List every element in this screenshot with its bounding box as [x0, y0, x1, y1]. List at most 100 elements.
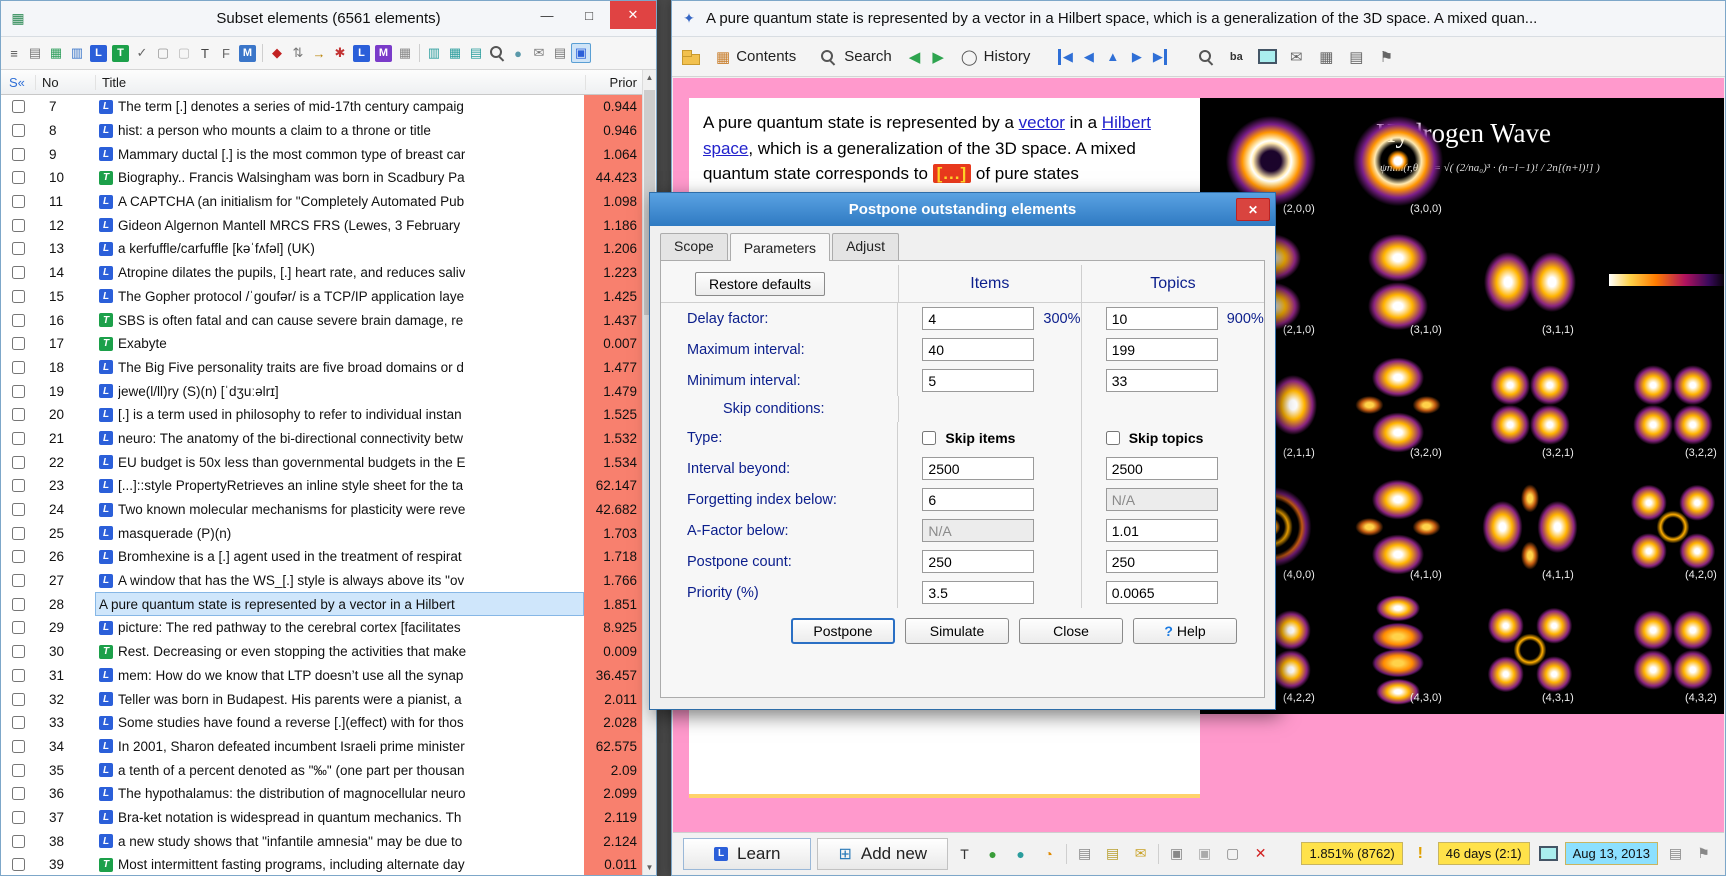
- column-header-title[interactable]: Title: [95, 75, 585, 90]
- items-input[interactable]: [922, 581, 1034, 604]
- topics-input[interactable]: [1106, 519, 1218, 542]
- row-checkbox[interactable]: [12, 148, 25, 161]
- first-element-icon[interactable]: ◀: [1058, 49, 1074, 65]
- layout-icon[interactable]: ▤: [25, 43, 45, 63]
- back-icon[interactable]: ◀: [906, 48, 924, 66]
- title-cell[interactable]: LThe Big Five personality traits are fiv…: [95, 356, 584, 380]
- print-icon[interactable]: ▤: [1345, 46, 1367, 68]
- list-item[interactable]: 39TMost intermittent fasting programs, i…: [1, 853, 642, 875]
- row-checkbox[interactable]: [12, 598, 25, 611]
- row-checkbox[interactable]: [12, 337, 25, 350]
- display-icon[interactable]: [1537, 843, 1558, 864]
- duplicate-icon[interactable]: ▣: [1194, 843, 1215, 864]
- display-icon[interactable]: [1255, 46, 1277, 68]
- list-item[interactable]: 24LTwo known molecular mechanisms for pl…: [1, 498, 642, 522]
- topics-input[interactable]: [1106, 550, 1218, 573]
- minimize-button[interactable]: —: [526, 1, 568, 29]
- title-cell[interactable]: L[.] is a term used in philosophy to ref…: [95, 403, 584, 427]
- columns-icon[interactable]: ▥: [67, 43, 87, 63]
- grid-icon[interactable]: ▦: [395, 43, 415, 63]
- concept-group-icon[interactable]: M: [375, 45, 392, 62]
- list-item[interactable]: 17TExabyte0.007: [1, 332, 642, 356]
- list-item[interactable]: 15LThe Gopher protocol /ˈgoufər/ is a TC…: [1, 285, 642, 309]
- title-cell[interactable]: LThe hypothalamus: the distribution of m…: [95, 782, 584, 806]
- list-item[interactable]: 28A pure quantum state is represented by…: [1, 592, 642, 616]
- history-button[interactable]: ◯ History: [953, 43, 1038, 71]
- notes-icon[interactable]: ▤: [1102, 843, 1123, 864]
- title-cell[interactable]: La new study shows that "infantile amnes…: [95, 829, 584, 853]
- list-item[interactable]: 20L[.] is a term used in philosophy to r…: [1, 403, 642, 427]
- title-cell[interactable]: LA CAPTCHA (an initialism for "Completel…: [95, 190, 584, 214]
- list-item[interactable]: 34LIn 2001, Sharon defeated incumbent Is…: [1, 735, 642, 759]
- last-element-icon[interactable]: ▶: [1151, 49, 1167, 65]
- items-input[interactable]: [922, 307, 1034, 330]
- list-item[interactable]: 9LMammary ductal [.] is the most common …: [1, 142, 642, 166]
- row-checkbox[interactable]: [12, 432, 25, 445]
- row-checkbox[interactable]: [12, 171, 25, 184]
- menu-icon[interactable]: ≡: [4, 43, 24, 63]
- view-list-icon[interactable]: ▤: [466, 43, 486, 63]
- title-cell[interactable]: TBiography.. Francis Walsingham was born…: [95, 166, 584, 190]
- title-cell[interactable]: L[...]::style PropertyRetrieves an inlin…: [95, 474, 584, 498]
- list-item[interactable]: 29Lpicture: The red pathway to the cereb…: [1, 616, 642, 640]
- tab-scope[interactable]: Scope: [660, 233, 728, 261]
- title-cell[interactable]: La tenth of a percent denoted as "‰" (on…: [95, 758, 584, 782]
- list-item[interactable]: 35La tenth of a percent denoted as "‰" (…: [1, 758, 642, 782]
- list-item[interactable]: 38La new study shows that "infantile amn…: [1, 829, 642, 853]
- title-cell[interactable]: TMost intermittent fasting programs, inc…: [95, 853, 584, 875]
- list-item[interactable]: 37LBra-ket notation is widespread in qua…: [1, 806, 642, 830]
- list-item[interactable]: 23L[...]::style PropertyRetrieves an inl…: [1, 474, 642, 498]
- title-cell[interactable]: LIn 2001, Sharon defeated incumbent Isra…: [95, 735, 584, 759]
- view-browser-icon[interactable]: ▥: [424, 43, 444, 63]
- concept-icon[interactable]: M: [239, 45, 256, 62]
- title-cell[interactable]: LSome studies have found a reverse [.](e…: [95, 711, 584, 735]
- title-cell[interactable]: LEU budget is 50x less than governmental…: [95, 450, 584, 474]
- title-cell[interactable]: Lhist: a person who mounts a claim to a …: [95, 119, 584, 143]
- title-cell[interactable]: LThe Gopher protocol /ˈgoufər/ is a TCP/…: [95, 285, 584, 309]
- row-checkbox[interactable]: [12, 574, 25, 587]
- browser-titlebar[interactable]: ▦ Subset elements (6561 elements) — □ ✕: [1, 1, 656, 37]
- delete-icon[interactable]: ✕: [1250, 843, 1271, 864]
- print-icon[interactable]: ▤: [1665, 843, 1686, 864]
- list-item[interactable]: 13La kerfuffle/carfuffle [kəˈfʌfəl] (UK)…: [1, 237, 642, 261]
- learn-button[interactable]: L Learn: [683, 838, 811, 870]
- row-checkbox[interactable]: [12, 266, 25, 279]
- sort-icon[interactable]: ⇅: [288, 43, 308, 63]
- title-cell[interactable]: LTwo known molecular mechanisms for plas…: [95, 498, 584, 522]
- topics-input[interactable]: [1106, 307, 1218, 330]
- contents-button[interactable]: ▦ Contents: [708, 43, 804, 71]
- priority-chip[interactable]: 1.851% (8762): [1301, 842, 1402, 865]
- items-input[interactable]: [922, 338, 1034, 361]
- row-checkbox[interactable]: [12, 219, 25, 232]
- view-grid-icon[interactable]: ▦: [445, 43, 465, 63]
- tag-icon[interactable]: ⚑: [1375, 46, 1397, 68]
- calendar-icon[interactable]: ▦: [1315, 46, 1337, 68]
- row-checkbox[interactable]: [12, 835, 25, 848]
- list-item[interactable]: 26LBromhexine is a [.] agent used in the…: [1, 545, 642, 569]
- list-item[interactable]: 16TSBS is often fatal and can cause seve…: [1, 308, 642, 332]
- dialog-close-icon[interactable]: ✕: [1236, 198, 1270, 221]
- interval-chip[interactable]: 46 days (2:1): [1438, 842, 1530, 865]
- parent-element-icon[interactable]: ▲: [1103, 49, 1122, 64]
- row-checkbox[interactable]: [12, 693, 25, 706]
- close-button[interactable]: Close: [1019, 618, 1123, 644]
- item-filter-icon[interactable]: L: [90, 45, 107, 62]
- leaf-icon[interactable]: ●: [982, 843, 1003, 864]
- title-cell[interactable]: TSBS is often fatal and can cause severe…: [95, 308, 584, 332]
- list-item[interactable]: 22LEU budget is 50x less than government…: [1, 450, 642, 474]
- row-checkbox[interactable]: [12, 361, 25, 374]
- tab-adjust[interactable]: Adjust: [832, 233, 899, 261]
- topics-skip-checkbox[interactable]: [1106, 431, 1120, 445]
- learn-drill-icon[interactable]: ◆: [267, 43, 287, 63]
- title-cell[interactable]: A pure quantum state is represented by a…: [95, 592, 584, 616]
- list-item[interactable]: 18LThe Big Five personality traits are f…: [1, 356, 642, 380]
- element-titlebar[interactable]: ✦ A pure quantum state is represented by…: [672, 1, 1725, 37]
- row-checkbox[interactable]: [12, 716, 25, 729]
- export-icon[interactable]: →: [309, 43, 329, 63]
- web-icon[interactable]: ●: [508, 43, 528, 63]
- window-icon[interactable]: ▢: [1222, 843, 1243, 864]
- list-item[interactable]: 11LA CAPTCHA (an initialism for "Complet…: [1, 190, 642, 214]
- list-item[interactable]: 7LThe term [.] denotes a series of mid-1…: [1, 95, 642, 119]
- maximize-button[interactable]: □: [568, 1, 610, 29]
- uncheck-icon[interactable]: ▢: [174, 43, 194, 63]
